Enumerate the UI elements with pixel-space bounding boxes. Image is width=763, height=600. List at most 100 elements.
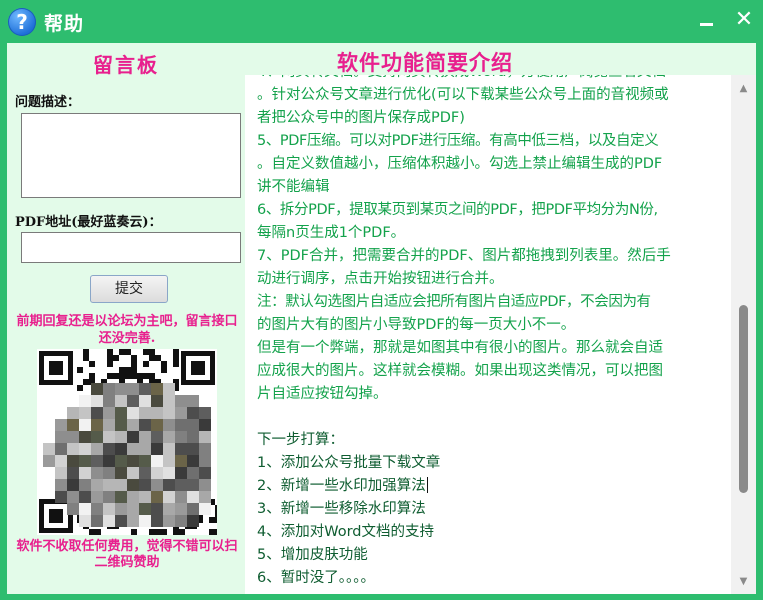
- qr-mosaic-cell: [127, 419, 139, 431]
- qr-mosaic-cell: [67, 467, 79, 479]
- qr-mosaic-cell: [79, 479, 91, 491]
- qr-mosaic-cell: [55, 431, 67, 443]
- title-bar[interactable]: ? 帮助 ✕: [0, 0, 763, 42]
- qr-mosaic-cell: [199, 407, 211, 419]
- qr-mosaic-cell: [199, 479, 211, 491]
- qr-mosaic-cell: [151, 491, 163, 503]
- qr-mosaic-cell: [163, 467, 175, 479]
- qr-mosaic-cell: [115, 383, 127, 395]
- qr-mosaic-cell: [103, 515, 115, 527]
- qr-mosaic-cell: [103, 407, 115, 419]
- qr-mosaic-cell: [151, 467, 163, 479]
- qr-mosaic-cell: [163, 455, 175, 467]
- intro-line: 7、PDF合并，把需要合并的PDF、图片都拖拽到列表里。然后手: [257, 248, 671, 264]
- qr-mosaic-cell: [175, 419, 187, 431]
- qr-mosaic-cell: [175, 479, 187, 491]
- qr-mosaic-cell: [127, 479, 139, 491]
- qr-mosaic-cell: [187, 407, 199, 419]
- intro-line: 4、添加对Word文档的支持: [257, 524, 434, 540]
- qr-mosaic-cell: [175, 515, 187, 527]
- qr-mosaic-cell: [91, 515, 103, 527]
- qr-mosaic-cell: [115, 515, 127, 527]
- qr-mosaic-cell: [79, 455, 91, 467]
- qr-mosaic-cell: [187, 395, 199, 407]
- qr-mosaic-cell: [55, 467, 67, 479]
- intro-line: 注：默认勾选图片自适应会把所有图片自适应PDF，不会因为有: [257, 294, 651, 310]
- message-board-title: 留言板: [93, 53, 159, 77]
- intro-line: 4、网页转文档。支持网页转换成Word，方便用户阅览查看文档: [257, 75, 729, 84]
- qr-mosaic-cell: [103, 443, 115, 455]
- submit-button[interactable]: 提交: [90, 275, 168, 303]
- qr-mosaic-cell: [115, 395, 127, 407]
- qr-mosaic-cell: [67, 431, 79, 443]
- intro-line: 动进行调序，点击开始按钮进行合并。: [257, 271, 504, 287]
- qr-mosaic-cell: [151, 479, 163, 491]
- qr-mosaic-cell: [187, 443, 199, 455]
- intro-line: 片自适应按钮勾掉。: [257, 386, 388, 402]
- qr-mosaic-cell: [103, 467, 115, 479]
- intro-line: 。针对公众号文章进行优化(可以下载某些公众号上面的音视频或: [257, 87, 669, 103]
- qr-mosaic-cell: [175, 431, 187, 443]
- qr-mosaic-cell: [199, 491, 211, 503]
- qr-mosaic-cell: [115, 443, 127, 455]
- qr-mosaic-cell: [91, 383, 103, 395]
- qr-mosaic-cell: [163, 383, 175, 395]
- intro-line: 但是有一个弊端，那就是如图其中有很小的图片。那么就会自适: [257, 340, 663, 356]
- qr-mosaic-cell: [91, 419, 103, 431]
- qr-mosaic-cell: [67, 479, 79, 491]
- qr-mosaic-cell: [175, 503, 187, 515]
- intro-line: 3、新增一些移除水印算法: [257, 501, 426, 517]
- qr-mosaic-cell: [127, 383, 139, 395]
- intro-line: 6、暂时没了。。。。: [257, 570, 375, 586]
- qr-mosaic-cell: [91, 491, 103, 503]
- pdf-address-input[interactable]: [21, 232, 241, 263]
- minimize-button[interactable]: [694, 8, 720, 34]
- close-button[interactable]: ✕: [731, 6, 757, 34]
- qr-mosaic-cell: [115, 407, 127, 419]
- donate-notice: 软件不收取任何费用，觉得不错可以扫二维码赞助: [16, 539, 238, 570]
- qr-mosaic-cell: [127, 443, 139, 455]
- scroll-thumb[interactable]: [739, 305, 748, 493]
- qr-mosaic-cell: [187, 491, 199, 503]
- intro-line: 的图片大有的图片小导致PDF的每一页大小不一。: [257, 317, 576, 333]
- qr-mosaic-cell: [139, 419, 151, 431]
- qr-mosaic-cell: [91, 407, 103, 419]
- qr-mosaic-cell: [103, 431, 115, 443]
- qr-mosaic-cell: [163, 515, 175, 527]
- qr-mosaic-cell: [139, 395, 151, 407]
- qr-mosaic-cell: [139, 479, 151, 491]
- scroll-up-icon[interactable]: ▲: [731, 81, 756, 97]
- qr-mosaic-cell: [175, 443, 187, 455]
- intro-text-area[interactable]: 4、网页转文档。支持网页转换成Word，方便用户阅览查看文档。针对公众号文章进行…: [257, 75, 729, 594]
- qr-mosaic-cell: [151, 395, 163, 407]
- qr-mosaic-cell: [139, 491, 151, 503]
- qr-mosaic-cell: [151, 503, 163, 515]
- qr-mosaic-cell: [175, 407, 187, 419]
- qr-mosaic-cell: [115, 479, 127, 491]
- close-icon: ✕: [734, 7, 754, 32]
- qr-mosaic-cell: [55, 443, 67, 455]
- qr-mosaic-cell: [127, 407, 139, 419]
- qr-mosaic-cell: [163, 491, 175, 503]
- intro-line: 者把公众号中的图片保存成PDF): [257, 110, 465, 126]
- scroll-down-icon[interactable]: ▼: [731, 574, 756, 590]
- question-label: 问题描述：: [15, 95, 81, 110]
- qr-mosaic-cell: [151, 431, 163, 443]
- qr-mosaic-cell: [127, 431, 139, 443]
- qr-mosaic-cell: [187, 455, 199, 467]
- qr-mosaic-cell: [55, 491, 67, 503]
- qr-mosaic-cell: [139, 443, 151, 455]
- intro-line: 讲不能编辑: [257, 179, 330, 195]
- pdf-address-label: PDF地址(最好蓝奏云)：: [15, 215, 162, 230]
- text-caret: [426, 477, 428, 493]
- qr-mosaic-cell: [67, 491, 79, 503]
- qr-mosaic-cell: [127, 491, 139, 503]
- vertical-scrollbar[interactable]: ▲ ▼: [731, 75, 756, 594]
- qr-mosaic-cell: [67, 419, 79, 431]
- qr-mosaic-cell: [151, 455, 163, 467]
- intro-line: 下一步打算：: [257, 432, 344, 448]
- qr-mosaic-cell: [127, 503, 139, 515]
- question-textarea[interactable]: [21, 113, 241, 198]
- qr-mosaic-cell: [175, 455, 187, 467]
- qr-mosaic-cell: [55, 479, 67, 491]
